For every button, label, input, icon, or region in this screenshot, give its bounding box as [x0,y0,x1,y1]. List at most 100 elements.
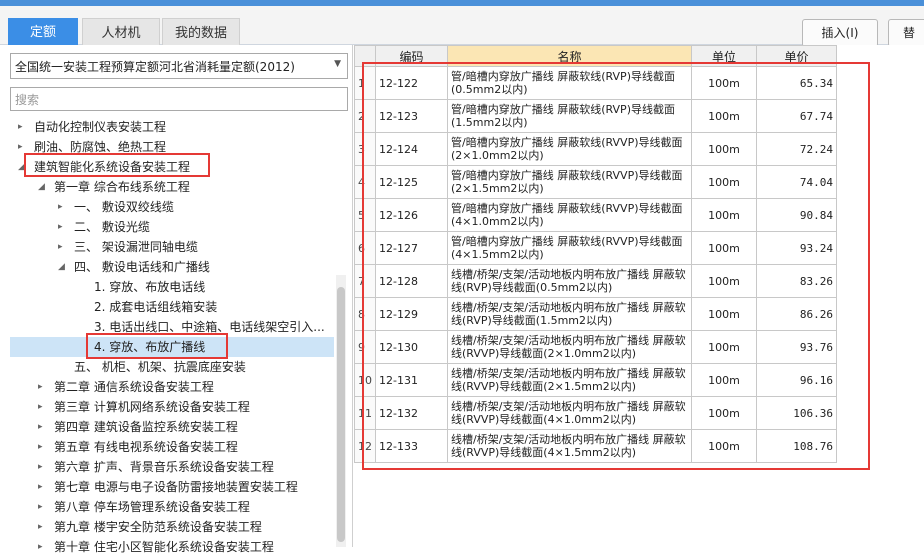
name-cell[interactable]: 线槽/桥架/支架/活动地板内明布放广播线 屏蔽软线(RVVP)导线截面(2×1.… [447,363,692,397]
tree-search-input[interactable]: 搜索 [10,87,348,111]
row-number[interactable]: 9 [354,330,376,364]
code-cell[interactable]: 12-127 [375,231,448,265]
price-cell[interactable]: 67.74 [756,99,837,133]
table-row[interactable]: 4 12-125 管/暗槽内穿放广播线 屏蔽软线(RVVP)导线截面(2×1.5mm… [354,165,837,199]
code-cell[interactable]: 12-123 [375,99,448,133]
name-cell[interactable]: 线槽/桥架/支架/活动地板内明布放广播线 屏蔽软线(RVP)导线截面(0.5mm… [447,264,692,298]
name-cell[interactable]: 线槽/桥架/支架/活动地板内明布放广播线 屏蔽软线(RVVP)导线截面(2×1.… [447,330,692,364]
chevron-down-icon[interactable]: ▼ [334,59,341,69]
code-cell[interactable]: 12-130 [375,330,448,364]
column-header-name[interactable]: 名称 [447,45,692,67]
expand-arrow-icon[interactable]: ▸ [38,497,48,517]
code-cell[interactable]: 12-125 [375,165,448,199]
unit-cell[interactable]: 100m [691,132,757,166]
tree-item[interactable]: ▸ 刷油、防腐蚀、绝热工程 [10,137,334,157]
price-cell[interactable]: 108.76 [756,429,837,463]
price-cell[interactable]: 83.26 [756,264,837,298]
price-cell[interactable]: 74.04 [756,165,837,199]
table-row[interactable]: 2 12-123 管/暗槽内穿放广播线 屏蔽软线(RVP)导线截面(1.5mm2以内… [354,99,837,133]
code-cell[interactable]: 12-133 [375,429,448,463]
tree-item[interactable]: 1. 穿放、布放电话线 [10,277,334,297]
row-number[interactable]: 10 [354,363,376,397]
row-number[interactable]: 11 [354,396,376,430]
expand-arrow-icon[interactable]: ▸ [38,417,48,437]
collapse-arrow-icon[interactable]: ◢ [38,177,48,197]
name-cell[interactable]: 管/暗槽内穿放广播线 屏蔽软线(RVP)导线截面(0.5mm2以内) [447,66,692,100]
table-row[interactable]: 8 12-129 线槽/桥架/支架/活动地板内明布放广播线 屏蔽软线(RVP)导线截… [354,297,837,331]
code-cell[interactable]: 12-124 [375,132,448,166]
expand-arrow-icon[interactable]: ▸ [38,517,48,537]
unit-cell[interactable]: 100m [691,198,757,232]
price-cell[interactable]: 106.36 [756,396,837,430]
tree-item[interactable]: ▸ 第五章 有线电视系统设备安装工程 [10,437,334,457]
expand-arrow-icon[interactable]: ▸ [38,537,48,557]
tree-item[interactable]: 五、 机柜、机架、抗震底座安装 [10,357,334,377]
column-header-unit[interactable]: 单位 [691,45,757,67]
row-number[interactable]: 4 [354,165,376,199]
tree-item[interactable]: ◢ 第一章 综合布线系统工程 [10,177,334,197]
quota-library-select[interactable]: 全国统一安装工程预算定额河北省消耗量定额(2012) ▼ [10,53,348,79]
unit-cell[interactable]: 100m [691,264,757,298]
name-cell[interactable]: 管/暗槽内穿放广播线 屏蔽软线(RVVP)导线截面(2×1.0mm2以内) [447,132,692,166]
unit-cell[interactable]: 100m [691,330,757,364]
tree-item[interactable]: ▸ 第四章 建筑设备监控系统安装工程 [10,417,334,437]
code-cell[interactable]: 12-132 [375,396,448,430]
tree-item[interactable]: ◢ 建筑智能化系统设备安装工程 [10,157,334,177]
row-number[interactable]: 5 [354,198,376,232]
name-cell[interactable]: 线槽/桥架/支架/活动地板内明布放广播线 屏蔽软线(RVP)导线截面(1.5mm… [447,297,692,331]
unit-cell[interactable]: 100m [691,297,757,331]
expand-arrow-icon[interactable]: ▸ [18,117,28,137]
code-cell[interactable]: 12-129 [375,297,448,331]
tree-item[interactable]: ▸ 第十章 住宅小区智能化系统设备安装工程 [10,537,334,557]
price-cell[interactable]: 72.24 [756,132,837,166]
tree-item[interactable]: ▸ 第二章 通信系统设备安装工程 [10,377,334,397]
code-cell[interactable]: 12-131 [375,363,448,397]
expand-arrow-icon[interactable]: ▸ [38,397,48,417]
unit-cell[interactable]: 100m [691,231,757,265]
unit-cell[interactable]: 100m [691,66,757,100]
code-cell[interactable]: 12-122 [375,66,448,100]
table-row[interactable]: 7 12-128 线槽/桥架/支架/活动地板内明布放广播线 屏蔽软线(RVP)导线截… [354,264,837,298]
row-number[interactable]: 12 [354,429,376,463]
price-cell[interactable]: 96.16 [756,363,837,397]
tree-item[interactable]: ▸ 第六章 扩声、背景音乐系统设备安装工程 [10,457,334,477]
table-row[interactable]: 11 12-132 线槽/桥架/支架/活动地板内明布放广播线 屏蔽软线(RVVP)导… [354,396,837,430]
name-cell[interactable]: 管/暗槽内穿放广播线 屏蔽软线(RVVP)导线截面(2×1.5mm2以内) [447,165,692,199]
unit-cell[interactable]: 100m [691,396,757,430]
tree-item[interactable]: 2. 成套电话组线箱安装 [10,297,334,317]
column-header-price[interactable]: 单价 [756,45,837,67]
replace-button[interactable]: 替 [888,19,924,47]
name-cell[interactable]: 线槽/桥架/支架/活动地板内明布放广播线 屏蔽软线(RVVP)导线截面(4×1.… [447,429,692,463]
row-number[interactable]: 3 [354,132,376,166]
collapse-arrow-icon[interactable]: ◢ [18,157,28,177]
table-row[interactable]: 12 12-133 线槽/桥架/支架/活动地板内明布放广播线 屏蔽软线(RVVP)导… [354,429,837,463]
row-number[interactable]: 8 [354,297,376,331]
tree-item[interactable]: ▸ 自动化控制仪表安装工程 [10,117,334,137]
table-row[interactable]: 6 12-127 管/暗槽内穿放广播线 屏蔽软线(RVVP)导线截面(4×1.5mm… [354,231,837,265]
column-header-code[interactable]: 编码 [375,45,448,67]
name-cell[interactable]: 管/暗槽内穿放广播线 屏蔽软线(RVP)导线截面(1.5mm2以内) [447,99,692,133]
table-row[interactable]: 3 12-124 管/暗槽内穿放广播线 屏蔽软线(RVVP)导线截面(2×1.0mm… [354,132,837,166]
row-number[interactable]: 1 [354,66,376,100]
tree-scrollbar-thumb[interactable] [337,287,345,542]
name-cell[interactable]: 线槽/桥架/支架/活动地板内明布放广播线 屏蔽软线(RVVP)导线截面(4×1.… [447,396,692,430]
unit-cell[interactable]: 100m [691,429,757,463]
tree-item[interactable]: ▸ 第九章 楼宇安全防范系统设备安装工程 [10,517,334,537]
tree-item[interactable]: ▸ 第三章 计算机网络系统设备安装工程 [10,397,334,417]
tab-quota[interactable]: 定额 [8,18,78,48]
tree-item[interactable]: ▸ 三、 架设漏泄同轴电缆 [10,237,334,257]
table-row[interactable]: 1 12-122 管/暗槽内穿放广播线 屏蔽软线(RVP)导线截面(0.5mm2以内… [354,66,837,100]
expand-arrow-icon[interactable]: ▸ [38,457,48,477]
expand-arrow-icon[interactable]: ▸ [58,217,68,237]
expand-arrow-icon[interactable]: ▸ [18,137,28,157]
table-row[interactable]: 5 12-126 管/暗槽内穿放广播线 屏蔽软线(RVVP)导线截面(4×1.0mm… [354,198,837,232]
price-cell[interactable]: 65.34 [756,66,837,100]
expand-arrow-icon[interactable]: ▸ [58,237,68,257]
price-cell[interactable]: 86.26 [756,297,837,331]
unit-cell[interactable]: 100m [691,165,757,199]
tree-item[interactable]: ◢ 四、 敷设电话线和广播线 [10,257,334,277]
expand-arrow-icon[interactable]: ▸ [38,377,48,397]
price-cell[interactable]: 93.24 [756,231,837,265]
table-row[interactable]: 9 12-130 线槽/桥架/支架/活动地板内明布放广播线 屏蔽软线(RVVP)导线… [354,330,837,364]
tree-item[interactable]: 3. 电话出线口、中途箱、电话线架空引入... [10,317,334,337]
